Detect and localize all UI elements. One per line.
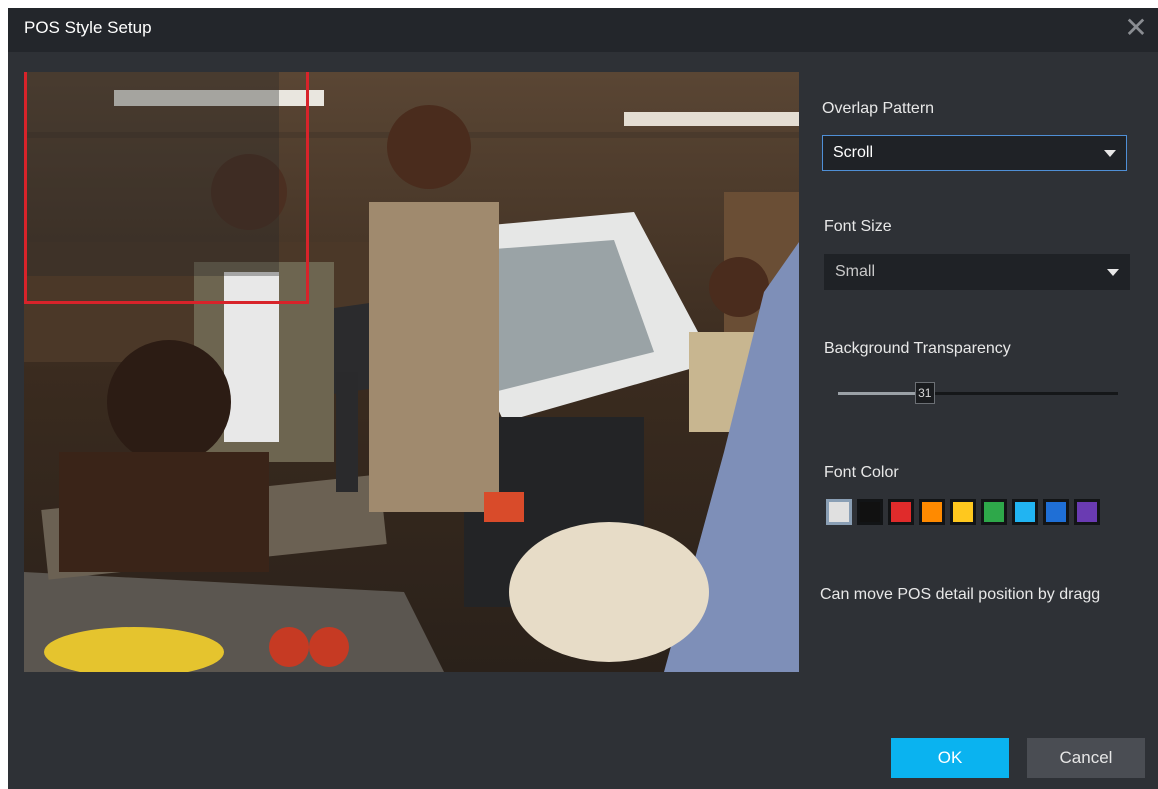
- pos-overlay-selection-box[interactable]: [24, 72, 309, 304]
- overlap-pattern-value: Scroll: [833, 144, 874, 161]
- font-color-swatches: [826, 499, 1105, 525]
- ok-button[interactable]: OK: [891, 738, 1009, 778]
- font-color-swatch[interactable]: [1074, 499, 1100, 525]
- drag-hint-text: Can move POS detail position by dragg: [820, 586, 1101, 603]
- video-preview[interactable]: [24, 72, 799, 672]
- overlap-pattern-label: Overlap Pattern: [822, 100, 935, 117]
- background-transparency-label: Background Transparency: [824, 340, 1011, 357]
- transparency-slider-track[interactable]: [838, 392, 1118, 395]
- font-color-swatch[interactable]: [888, 499, 914, 525]
- cancel-button[interactable]: Cancel: [1027, 738, 1145, 778]
- font-color-label: Font Color: [824, 464, 899, 481]
- font-size-value: Small: [835, 263, 876, 280]
- font-color-swatch[interactable]: [857, 499, 883, 525]
- title-bar: POS Style Setup ✕: [8, 8, 1158, 52]
- font-size-select[interactable]: Small: [824, 254, 1130, 290]
- transparency-slider-thumb[interactable]: 31: [914, 382, 935, 404]
- font-size-label: Font Size: [824, 218, 892, 235]
- font-color-swatch[interactable]: [981, 499, 1007, 525]
- settings-panel: Overlap Pattern Scroll Font Size Small B…: [818, 72, 1158, 672]
- font-color-swatch[interactable]: [1043, 499, 1069, 525]
- chevron-down-icon: [1107, 269, 1119, 276]
- font-color-swatch[interactable]: [826, 499, 852, 525]
- font-color-swatch[interactable]: [950, 499, 976, 525]
- font-color-swatch[interactable]: [1012, 499, 1038, 525]
- font-color-swatch[interactable]: [919, 499, 945, 525]
- dialog-title: POS Style Setup: [24, 18, 152, 37]
- close-icon[interactable]: ✕: [1118, 10, 1154, 46]
- transparency-slider-fill: [838, 392, 925, 395]
- pos-style-setup-dialog: POS Style Setup ✕ Overlap Pattern Scroll…: [8, 8, 1158, 789]
- overlap-pattern-select[interactable]: Scroll: [822, 135, 1127, 171]
- chevron-down-icon: [1104, 150, 1116, 157]
